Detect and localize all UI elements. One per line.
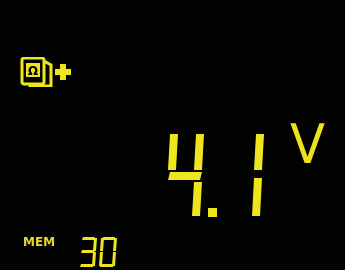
digit-4 (168, 134, 204, 216)
ohm-book-icon: Ω (20, 57, 53, 87)
plus-icon (55, 64, 71, 80)
mem-label: MEM (23, 235, 56, 249)
digit-1 (252, 134, 264, 216)
mem-digit-0 (99, 237, 117, 267)
unit-label: V (290, 113, 326, 176)
lcd-screen: Ω V MEM (0, 0, 345, 270)
decimal-point (208, 208, 217, 217)
main-reading-display (168, 134, 264, 217)
mem-number-display (80, 237, 117, 267)
svg-text:Ω: Ω (28, 64, 38, 78)
mem-digit-3 (80, 237, 97, 267)
